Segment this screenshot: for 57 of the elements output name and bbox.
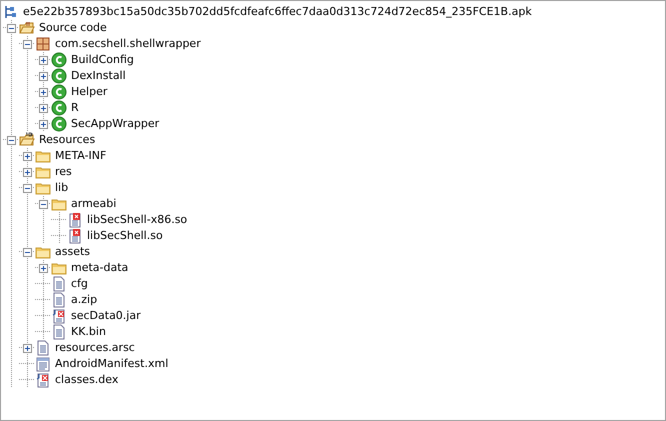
collapse-toggle[interactable] (6, 24, 16, 32)
collapse-toggle[interactable] (22, 40, 32, 48)
class-icon (51, 84, 67, 100)
tree-item[interactable]: assets (54, 245, 92, 259)
expand-toggle[interactable] (38, 104, 48, 112)
tree-item[interactable]: e5e22b357893bc15a50dc35b702dd5fcdfeafc6ffec7daa0d313c724d72ec854_235FCE1B.apk (22, 5, 533, 19)
package-icon (35, 36, 51, 52)
source-folder-icon (19, 20, 35, 36)
tree-item[interactable]: META-INF (54, 149, 108, 163)
tree-item[interactable]: secData0.jar (70, 309, 142, 323)
xml-file-icon (35, 356, 51, 372)
class-icon (51, 68, 67, 84)
tree-item[interactable]: R (70, 101, 80, 115)
tree-item[interactable]: resources.arsc (54, 341, 136, 355)
tree-item[interactable]: armeabi (70, 197, 118, 211)
tree-item[interactable]: classes.dex (54, 373, 120, 387)
jar-file-icon (35, 372, 51, 388)
tree-root-icon (3, 4, 19, 20)
tree-item[interactable]: Source code (38, 21, 108, 35)
tree-item[interactable]: cfg (70, 277, 89, 291)
expand-toggle[interactable] (38, 264, 48, 272)
class-icon (51, 100, 67, 116)
file-icon (35, 340, 51, 356)
tree-item[interactable]: KK.bin (70, 325, 107, 339)
tree-item[interactable]: BuildConfig (70, 53, 135, 67)
tree-item[interactable]: libSecShell.so (86, 229, 164, 243)
tree-item[interactable]: lib (54, 181, 70, 195)
library-file-icon (67, 228, 83, 244)
tree-item[interactable]: Helper (70, 85, 108, 99)
collapse-toggle[interactable] (22, 248, 32, 256)
tree-item[interactable]: meta-data (70, 261, 130, 275)
expand-toggle[interactable] (38, 88, 48, 96)
file-icon (51, 276, 67, 292)
expand-toggle[interactable] (38, 120, 48, 128)
file-icon (51, 324, 67, 340)
tree-item[interactable]: a.zip (70, 293, 98, 307)
expand-toggle[interactable] (22, 168, 32, 176)
expand-toggle[interactable] (38, 56, 48, 64)
jar-file-icon (51, 308, 67, 324)
tree-item[interactable]: libSecShell-x86.so (86, 213, 188, 227)
expand-toggle[interactable] (22, 152, 32, 160)
tree-item[interactable]: AndroidManifest.xml (54, 357, 170, 371)
tree-item[interactable]: com.secshell.shellwrapper (54, 37, 202, 51)
tree-item[interactable]: res (54, 165, 73, 179)
class-icon (51, 116, 67, 132)
tree-item[interactable]: DexInstall (70, 69, 127, 83)
class-icon (51, 52, 67, 68)
tree-item[interactable]: SecAppWrapper (70, 117, 160, 131)
library-file-icon (67, 212, 83, 228)
tree-item[interactable]: Resources (38, 133, 96, 147)
expand-toggle[interactable] (22, 344, 32, 352)
resource-folder-icon (19, 132, 35, 148)
expand-toggle[interactable] (38, 72, 48, 80)
collapse-toggle[interactable] (38, 200, 48, 208)
collapse-toggle[interactable] (6, 136, 16, 144)
collapse-toggle[interactable] (22, 184, 32, 192)
file-icon (51, 292, 67, 308)
